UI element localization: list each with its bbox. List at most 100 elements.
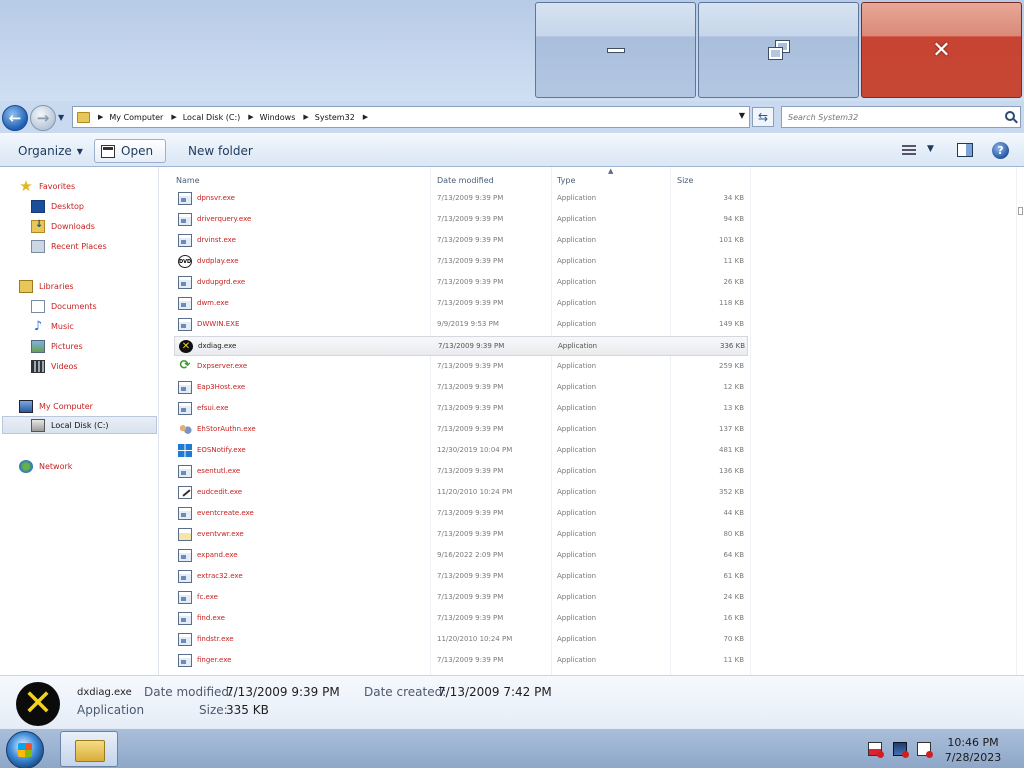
nav-videos[interactable]: Videos: [31, 357, 78, 375]
breadcrumb-system32[interactable]: ▶ System32 ▶: [303, 113, 374, 122]
sync-icon: ⟳: [179, 358, 191, 373]
file-name: find.exe: [197, 614, 225, 622]
column-header-type[interactable]: Type: [557, 172, 575, 188]
start-button[interactable]: [6, 731, 44, 768]
details-date-modified-label: Date modified:: [144, 685, 234, 699]
file-row[interactable]: Eap3Host.exe 7/13/2009 9:39 PM Application…: [174, 378, 748, 398]
application-icon: [178, 234, 192, 247]
file-date-modified: 12/30/2019 10:04 PM: [437, 446, 513, 454]
search-box[interactable]: [781, 106, 1021, 128]
address-history-dropdown[interactable]: ▼: [739, 111, 745, 120]
volume-muted-icon[interactable]: [917, 742, 933, 758]
file-row[interactable]: EhStorAuthn.exe 7/13/2009 9:39 PM Applicat…: [174, 420, 748, 440]
file-row[interactable]: find.exe 7/13/2009 9:39 PM Application 16 K…: [174, 609, 748, 629]
file-type: Application: [557, 194, 597, 202]
file-row[interactable]: eventcreate.exe 7/13/2009 9:39 PM Applicat…: [174, 504, 748, 524]
file-row[interactable]: expand.exe 9/16/2022 2:09 PM Application 64…: [174, 546, 748, 566]
file-size: 11 KB: [723, 257, 744, 265]
change-view-icon[interactable]: [902, 145, 916, 157]
new-folder-button[interactable]: New folder: [182, 139, 259, 163]
file-row[interactable]: fc.exe 7/13/2009 9:39 PM Application 24 KB: [174, 588, 748, 608]
nav-documents[interactable]: Documents: [31, 297, 97, 315]
organize-button[interactable]: Organize ▼: [12, 139, 89, 163]
file-row[interactable]: ⟳ Dxpserver.exe 7/13/2009 9:39 PM Applicati…: [174, 357, 748, 377]
refresh-button[interactable]: ⇆: [752, 107, 774, 127]
file-date-modified: 11/20/2010 10:24 PM: [437, 488, 513, 496]
minimize-button[interactable]: [535, 2, 696, 98]
file-row[interactable]: driverquery.exe 7/13/2009 9:39 PM Applicat…: [174, 210, 748, 230]
file-size: 352 KB: [719, 488, 744, 496]
open-button[interactable]: Open: [94, 139, 166, 163]
file-row[interactable]: finger.exe 7/13/2009 9:39 PM Application 11…: [174, 651, 748, 671]
column-divider[interactable]: [750, 167, 751, 675]
application-icon: [178, 402, 192, 415]
computer-icon: [19, 399, 33, 413]
navigation-pane: ★Favorites Desktop Downloads Recent Plac…: [0, 167, 159, 675]
column-header-date-modified[interactable]: Date modified: [437, 172, 494, 188]
file-date-modified: 7/13/2009 9:39 PM: [437, 467, 504, 475]
videos-icon: [31, 359, 45, 373]
breadcrumb-local-disk[interactable]: ▶ Local Disk (C:): [171, 113, 240, 122]
file-name: findstr.exe: [197, 635, 234, 643]
chevron-right-icon: ▶: [98, 113, 104, 121]
file-row[interactable]: drvinst.exe 7/13/2009 9:39 PM Application 1…: [174, 231, 748, 251]
application-icon: [178, 318, 192, 331]
file-row[interactable]: findstr.exe 11/20/2010 10:24 PM Applicatio…: [174, 630, 748, 650]
file-row[interactable]: efsui.exe 7/13/2009 9:39 PM Application 13 …: [174, 399, 748, 419]
chevron-right-icon: ▶: [303, 113, 309, 121]
help-icon[interactable]: ?: [992, 142, 1009, 159]
file-size: 34 KB: [723, 194, 744, 202]
recent-pages-dropdown[interactable]: ▼: [58, 113, 64, 122]
close-button[interactable]: ✕: [861, 2, 1022, 98]
search-input[interactable]: [782, 107, 992, 127]
file-row[interactable]: extrac32.exe 7/13/2009 9:39 PM Application…: [174, 567, 748, 587]
file-row[interactable]: dpnsvr.exe 7/13/2009 9:39 PM Application 34…: [174, 189, 748, 209]
nav-downloads[interactable]: Downloads: [31, 217, 95, 235]
back-button[interactable]: ←: [2, 105, 28, 131]
file-row[interactable]: eventvwr.exe 7/13/2009 9:39 PM Application…: [174, 525, 748, 545]
column-header-size[interactable]: Size: [677, 172, 693, 188]
minimize-icon: [606, 47, 625, 53]
system-clock[interactable]: 10:46 PM 7/28/2023: [940, 735, 1006, 765]
preview-pane-icon[interactable]: [957, 143, 973, 157]
restore-button[interactable]: [698, 2, 859, 98]
nav-my-computer[interactable]: My Computer: [19, 397, 93, 415]
nav-pictures[interactable]: Pictures: [31, 337, 83, 355]
file-row[interactable]: eudcedit.exe 11/20/2010 10:24 PM Applicati…: [174, 483, 748, 503]
search-icon[interactable]: [1005, 111, 1015, 121]
forward-button[interactable]: →: [30, 105, 56, 131]
nav-libraries[interactable]: Libraries: [19, 277, 74, 295]
file-row[interactable]: DVD dvdplay.exe 7/13/2009 9:39 PM Applicati…: [174, 252, 748, 272]
file-type: Application: [557, 551, 597, 559]
file-size: 336 KB: [720, 342, 745, 350]
file-row[interactable]: ✕ dxdiag.exe 7/13/2009 9:39 PM Application 3…: [174, 336, 748, 356]
taskbar-explorer-button[interactable]: [60, 731, 118, 767]
nav-desktop[interactable]: Desktop: [31, 197, 84, 215]
sort-ascending-icon: ▲: [608, 167, 614, 175]
nav-network[interactable]: Network: [19, 457, 72, 475]
nav-favorites[interactable]: ★ Favorites: [19, 177, 75, 195]
nav-local-disk[interactable]: Local Disk (C:): [2, 416, 157, 434]
view-options-dropdown[interactable]: ▼: [927, 144, 934, 154]
file-type: Application: [557, 425, 597, 433]
column-header-name[interactable]: Name: [176, 172, 200, 188]
file-row[interactable]: esentutl.exe 7/13/2009 9:39 PM Application…: [174, 462, 748, 482]
details-size: 335 KB: [226, 703, 269, 717]
network-status-icon[interactable]: [893, 742, 909, 758]
nav-recent-places[interactable]: Recent Places: [31, 237, 107, 255]
address-bar[interactable]: ▶ My Computer ▶ Local Disk (C:) ▶ Windows ▶…: [72, 106, 750, 128]
file-row[interactable]: dvdupgrd.exe 7/13/2009 9:39 PM Application…: [174, 273, 748, 293]
scrollbar-thumb[interactable]: [1018, 207, 1023, 215]
file-type: Application: [557, 320, 597, 328]
file-row[interactable]: EOSNotify.exe 12/30/2019 10:04 PM Applicat…: [174, 441, 748, 461]
file-name: DWWIN.EXE: [197, 320, 240, 328]
breadcrumb-windows[interactable]: ▶ Windows: [248, 113, 295, 122]
vertical-scrollbar[interactable]: [1016, 167, 1024, 675]
file-size: 64 KB: [723, 551, 744, 559]
nav-music[interactable]: ♪ Music: [31, 317, 74, 335]
file-date-modified: 7/13/2009 9:39 PM: [437, 215, 504, 223]
action-center-icon[interactable]: [868, 742, 884, 758]
file-row[interactable]: DWWIN.EXE 9/9/2019 9:53 PM Application 149 …: [174, 315, 748, 335]
breadcrumb-my-computer[interactable]: ▶ My Computer: [98, 113, 163, 122]
file-row[interactable]: dwm.exe 7/13/2009 9:39 PM Application 118 K…: [174, 294, 748, 314]
